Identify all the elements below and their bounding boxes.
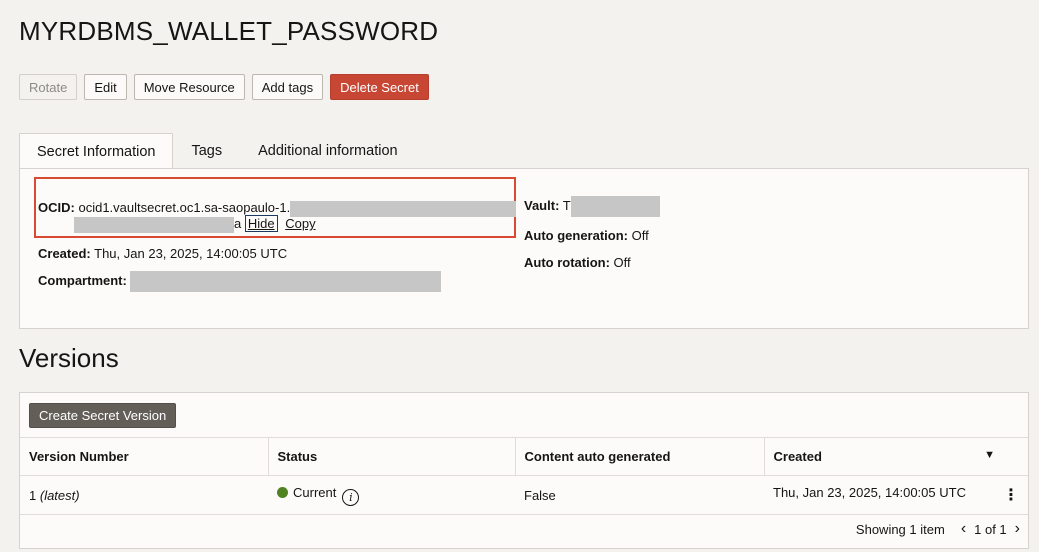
previous-page-chevron-left-icon[interactable]: ‹ xyxy=(961,521,966,537)
ocid-continuation: a Hide Copy xyxy=(74,215,316,233)
info-icon[interactable]: i xyxy=(342,488,360,506)
ocid-value: ocid1.vaultsecret.oc1.sa-saopaulo-1. xyxy=(78,200,291,215)
auto-rotation-value: Off xyxy=(613,255,631,270)
ocid-redacted-part1 xyxy=(290,200,517,217)
created-label: Created: xyxy=(38,246,91,261)
ocid-copy-link[interactable]: Copy xyxy=(285,216,315,231)
action-toolbar: Rotate Edit Move Resource Add tags Delet… xyxy=(19,74,429,100)
created-value: Thu, Jan 23, 2025, 14:00:05 UTC xyxy=(94,246,288,261)
status-dot-icon xyxy=(277,486,288,498)
vault-value[interactable]: T xyxy=(563,198,571,213)
table-header-row: Version Number Status Content auto gener… xyxy=(20,437,1028,476)
vault-field: Vault: T xyxy=(524,196,660,217)
created-cell-value: Thu, Jan 23, 2025, 14:00:05 UTC xyxy=(773,485,966,500)
versions-table: Version Number Status Content auto gener… xyxy=(20,437,1028,515)
column-created[interactable]: Created ▼ xyxy=(764,437,1028,476)
auto-generation-field: Auto generation: Off xyxy=(524,228,649,243)
version-number[interactable]: 1 xyxy=(29,488,36,503)
details-tabs: Secret Information Tags Additional infor… xyxy=(19,133,416,169)
tab-secret-information[interactable]: Secret Information xyxy=(19,133,174,169)
add-tags-button[interactable]: Add tags xyxy=(251,74,324,100)
ocid-hide-link[interactable]: Hide xyxy=(244,215,278,232)
compartment-field: Compartment: xyxy=(38,271,442,292)
sort-caret-down-icon[interactable]: ▼ xyxy=(984,449,995,461)
column-content-auto-generated[interactable]: Content auto generated xyxy=(515,437,765,476)
version-latest-tag: (latest) xyxy=(39,487,80,503)
tab-additional-information[interactable]: Additional information xyxy=(240,133,415,169)
table-row: 1 (latest) Current i False Thu, Jan 23, 2… xyxy=(20,475,1028,515)
edit-button[interactable]: Edit xyxy=(84,74,127,100)
ocid-tail: a xyxy=(234,216,242,231)
compartment-redacted xyxy=(130,271,442,292)
created-cell: Thu, Jan 23, 2025, 14:00:05 UTC ⋮ xyxy=(764,475,1028,515)
auto-generation-label: Auto generation: xyxy=(524,228,628,243)
ocid-label: OCID: xyxy=(38,200,75,215)
row-actions-kebab-icon[interactable]: ⋮ xyxy=(1003,485,1019,505)
page-indicator: 1 of 1 xyxy=(974,521,1007,537)
column-status[interactable]: Status xyxy=(268,437,516,476)
version-cell: 1 (latest) xyxy=(20,475,268,515)
auto-generated-cell: False xyxy=(515,475,764,515)
column-created-label: Created xyxy=(773,449,822,464)
status-value: Current xyxy=(293,484,337,500)
vault-redacted xyxy=(570,196,660,217)
rotate-button[interactable]: Rotate xyxy=(19,74,78,100)
delete-secret-button[interactable]: Delete Secret xyxy=(330,74,429,100)
move-resource-button[interactable]: Move Resource xyxy=(133,74,245,100)
showing-count: Showing 1 item xyxy=(855,521,945,537)
tab-tags[interactable]: Tags xyxy=(173,133,240,169)
ocid-redacted-part2 xyxy=(74,216,234,233)
vault-label: Vault: xyxy=(524,197,560,213)
next-page-chevron-right-icon[interactable]: › xyxy=(1015,521,1020,537)
auto-rotation-field: Auto rotation: Off xyxy=(524,255,631,270)
created-field: Created: Thu, Jan 23, 2025, 14:00:05 UTC xyxy=(38,246,287,261)
column-version-number[interactable]: Version Number xyxy=(20,437,269,476)
compartment-label: Compartment: xyxy=(38,272,127,288)
secret-information-panel: OCID: ocid1.vaultsecret.oc1.sa-saopaulo-… xyxy=(19,168,1029,329)
auto-generation-value: Off xyxy=(631,228,649,243)
page-title: MYRDBMS_WALLET_PASSWORD xyxy=(19,16,439,46)
pagination: Showing 1 item ‹ 1 of 1 › xyxy=(856,521,1020,537)
auto-rotation-label: Auto rotation: xyxy=(524,255,610,270)
create-secret-version-button[interactable]: Create Secret Version xyxy=(29,403,177,428)
versions-panel: Create Secret Version Version Number Sta… xyxy=(19,392,1029,549)
versions-heading: Versions xyxy=(19,343,119,373)
status-cell: Current i xyxy=(268,475,515,515)
